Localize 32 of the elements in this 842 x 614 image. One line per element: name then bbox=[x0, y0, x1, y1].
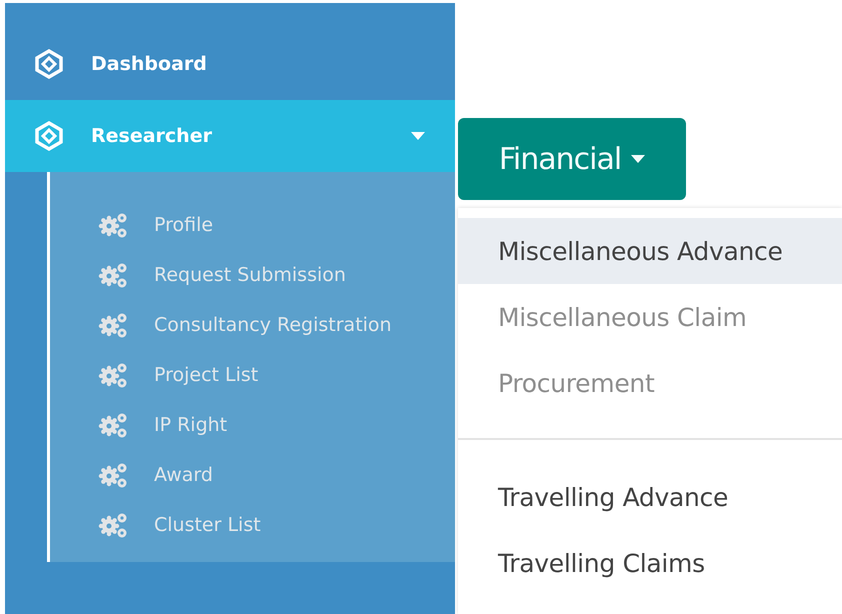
submenu-item-label: Cluster List bbox=[154, 514, 261, 536]
gears-icon bbox=[98, 361, 128, 389]
sidebar-item[interactable]: Researcher bbox=[5, 100, 455, 172]
submenu-item-label: IP Right bbox=[154, 414, 228, 436]
menu-item[interactable]: Miscellaneous Advance bbox=[458, 218, 842, 284]
submenu-item[interactable]: Award bbox=[50, 450, 455, 500]
submenu-item-label: Award bbox=[154, 464, 213, 486]
gears-icon bbox=[98, 311, 128, 339]
menu-item[interactable]: Travelling Advance bbox=[458, 464, 842, 530]
gears-icon bbox=[98, 411, 128, 439]
cube-icon bbox=[33, 48, 65, 80]
submenu-item-label: Request Submission bbox=[154, 264, 346, 286]
submenu-item[interactable]: Project List bbox=[50, 350, 455, 400]
submenu-item[interactable]: IP Right bbox=[50, 400, 455, 450]
gears-icon bbox=[98, 461, 128, 489]
submenu-item-label: Consultancy Registration bbox=[154, 314, 392, 336]
gears-icon bbox=[98, 261, 128, 289]
gears-icon bbox=[98, 511, 128, 539]
submenu-item[interactable]: Profile bbox=[50, 200, 455, 250]
financial-dropdown-button[interactable]: Financial bbox=[458, 118, 686, 200]
gears-icon bbox=[98, 211, 128, 239]
sidebar-item-label: Dashboard bbox=[91, 53, 208, 75]
submenu-item-label: Profile bbox=[154, 214, 214, 236]
submenu-item[interactable]: Consultancy Registration bbox=[50, 300, 455, 350]
submenu-item-label: Project List bbox=[154, 364, 258, 386]
submenu-item[interactable]: Cluster List bbox=[50, 500, 455, 550]
cube-icon bbox=[33, 120, 65, 152]
submenu-item[interactable]: Request Submission bbox=[50, 250, 455, 300]
menu-item[interactable]: Travelling Claims bbox=[458, 530, 842, 596]
sidebar-item-label: Researcher bbox=[91, 125, 213, 147]
caret-icon bbox=[631, 155, 646, 163]
sidebar-item[interactable]: Dashboard bbox=[5, 28, 455, 100]
